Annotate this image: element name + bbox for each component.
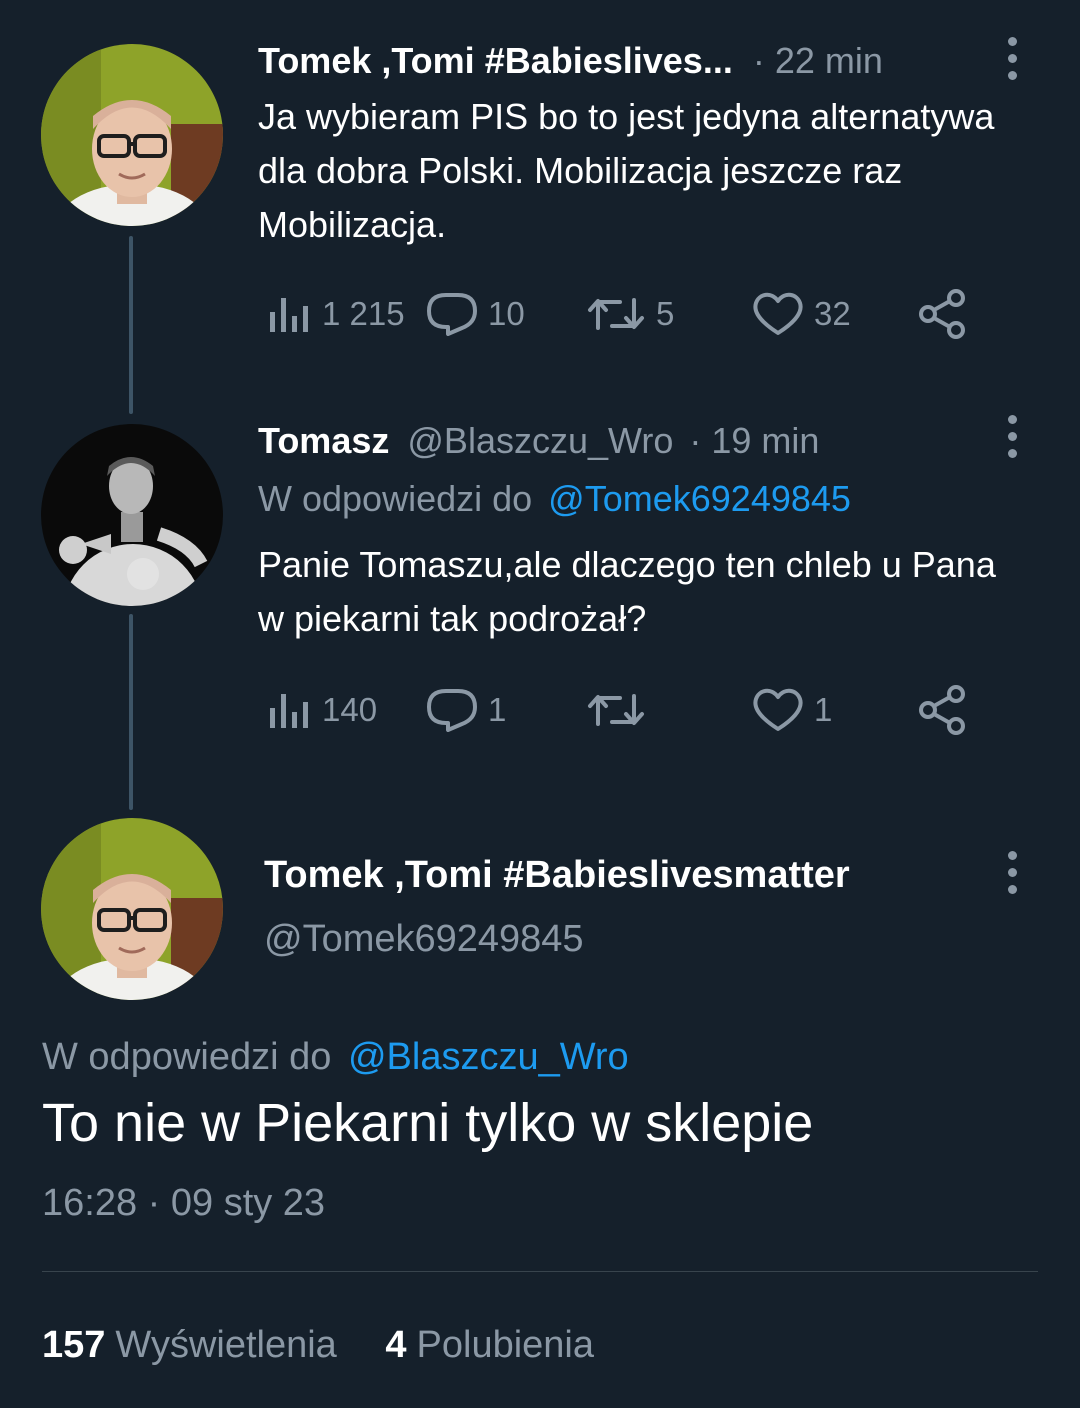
tweet-actions: 1 215 10 5 32 (258, 284, 978, 344)
like-button[interactable]: 1 (752, 680, 832, 740)
likes-count: 4 (385, 1324, 407, 1366)
retweet-count: 5 (656, 295, 675, 332)
reply-count: 1 (488, 691, 507, 728)
reply-prefix: W odpowiedzi do (42, 1036, 332, 1078)
more-icon[interactable] (998, 842, 1026, 902)
tweet-text: To nie w Piekarni tylko w sklepie (42, 1093, 814, 1153)
like-count: 32 (814, 295, 851, 332)
avatar[interactable] (41, 424, 223, 606)
reply-to-link[interactable]: @Blaszczu_Wro (348, 1036, 629, 1078)
likes-stat[interactable]: 4 Polubienia (385, 1324, 594, 1366)
views-count: 1 215 (322, 295, 405, 332)
avatar[interactable] (41, 818, 223, 1000)
tweet-text: Ja wybieram PIS bo to jest jedyna altern… (258, 96, 995, 245)
share-button[interactable] (916, 284, 968, 344)
retweet-icon (588, 298, 644, 330)
tweet-header: Tomek ,Tomi #Babieslives... · 22 min (258, 40, 883, 82)
views-icon (270, 298, 308, 332)
reply-prefix: W odpowiedzi do (258, 478, 533, 519)
views-button[interactable]: 1 215 (268, 284, 405, 344)
more-icon[interactable] (998, 406, 1026, 466)
avatar[interactable] (41, 44, 223, 226)
reply-button[interactable]: 10 (426, 284, 525, 344)
share-icon (919, 685, 965, 735)
likes-label: Polubienia (416, 1324, 594, 1366)
like-button[interactable]: 32 (752, 284, 851, 344)
more-icon[interactable] (998, 28, 1026, 88)
views-stat[interactable]: 157 Wyświetlenia (42, 1324, 347, 1366)
author-name[interactable]: Tomek ,Tomi #Babieslivesmatter (264, 854, 850, 897)
thread-line (129, 236, 133, 414)
retweet-button[interactable]: 5 (586, 284, 674, 344)
views-label: Wyświetlenia (115, 1324, 337, 1366)
author-handle[interactable]: @Tomek69249845 (264, 918, 584, 961)
author-handle[interactable]: @Blaszczu_Wro (407, 420, 673, 461)
views-icon (270, 694, 308, 728)
author-name[interactable]: Tomasz (258, 420, 389, 461)
retweet-button[interactable] (586, 680, 656, 740)
views-count: 157 (42, 1324, 106, 1366)
share-icon (919, 289, 965, 339)
tweet-text: Panie Tomaszu,ale dlaczego ten chleb u P… (258, 544, 996, 639)
views-button[interactable]: 140 (268, 680, 377, 740)
reply-context: W odpowiedzi do @Tomek69249845 (258, 478, 851, 520)
divider (42, 1271, 1038, 1272)
tweet-timestamp[interactable]: 16:28 · 09 sty 23 (42, 1182, 325, 1225)
tweet-time[interactable]: · 22 min (753, 40, 883, 81)
reply-to-link[interactable]: @Tomek69249845 (548, 478, 851, 519)
tweet-actions: 140 1 1 (258, 680, 978, 740)
reply-count: 10 (488, 295, 525, 332)
share-button[interactable] (916, 680, 968, 740)
reply-icon (427, 293, 477, 336)
tweet-time[interactable]: · 19 min (689, 420, 819, 461)
like-count: 1 (814, 691, 833, 728)
reply-button[interactable]: 1 (426, 680, 506, 740)
views-count: 140 (322, 691, 378, 728)
author-name[interactable]: Tomek ,Tomi #Babieslives... (258, 40, 733, 81)
reply-context: W odpowiedzi do @Blaszczu_Wro (42, 1036, 629, 1079)
tweet-header: Tomasz @Blaszczu_Wro · 19 min (258, 420, 819, 462)
like-icon (753, 292, 803, 335)
reply-icon (427, 689, 477, 732)
like-icon (753, 688, 803, 731)
tweet-stats: 157 Wyświetlenia 4 Polubienia (42, 1324, 594, 1367)
retweet-icon (588, 694, 644, 726)
thread-line (129, 614, 133, 810)
